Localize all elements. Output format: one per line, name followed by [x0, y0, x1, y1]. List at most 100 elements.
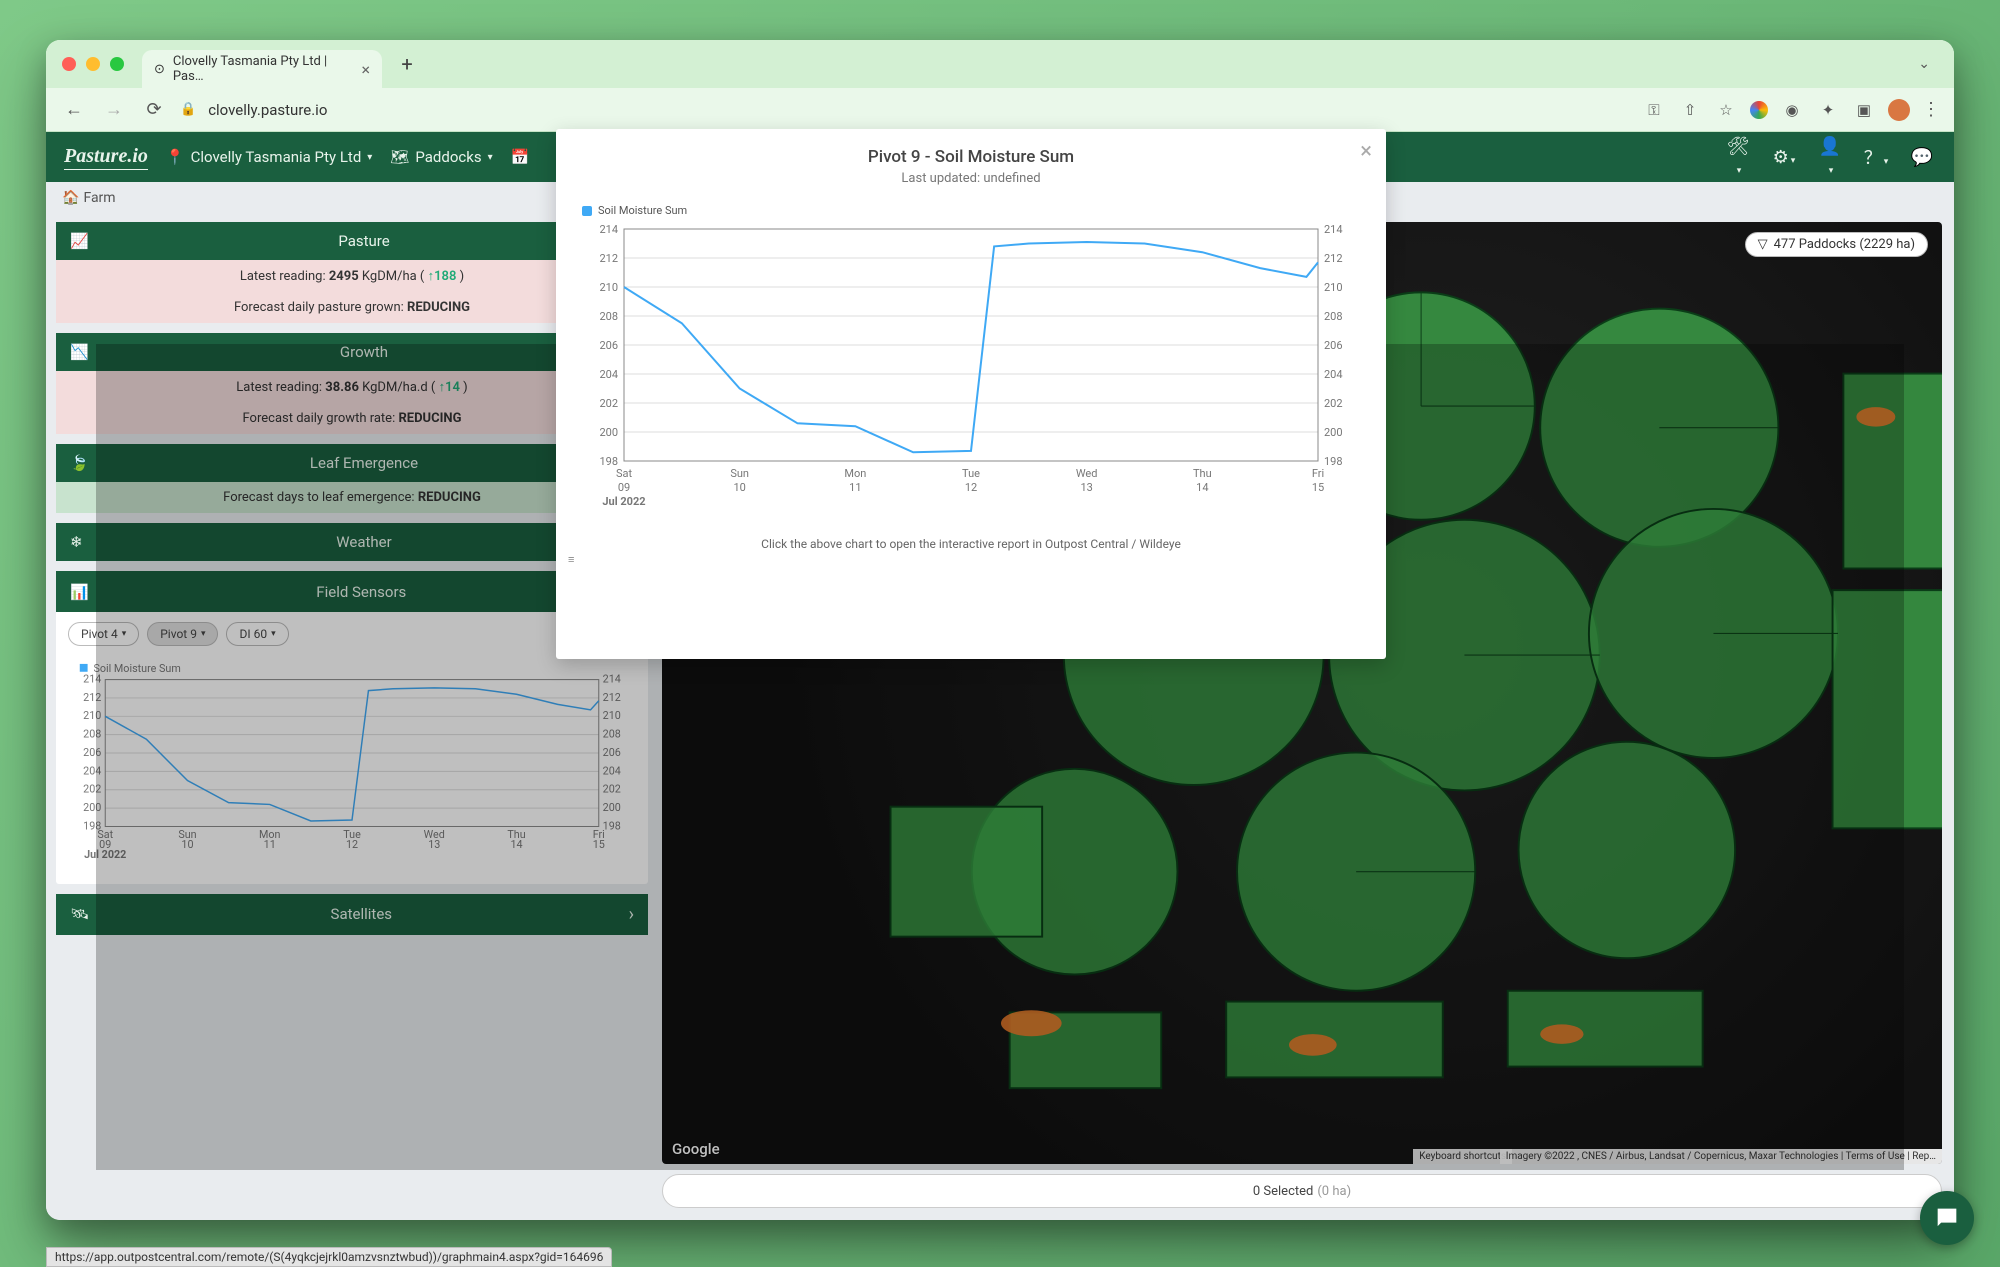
svg-text:Soil Moisture Sum: Soil Moisture Sum: [93, 662, 180, 675]
leaf-icon: 🍃: [70, 454, 94, 472]
svg-text:11: 11: [264, 838, 276, 851]
farm-selector[interactable]: 📍 Clovelly Tasmania Pty Ltd ▾: [166, 148, 372, 166]
filter-icon: ▽: [1758, 237, 1768, 252]
modal-subtitle: Last updated: undefined: [582, 171, 1360, 186]
svg-text:200: 200: [1324, 426, 1343, 439]
svg-text:202: 202: [83, 783, 101, 796]
svg-text:206: 206: [1324, 339, 1343, 352]
modal-hint: Click the above chart to open the intera…: [582, 537, 1360, 551]
svg-text:212: 212: [603, 691, 621, 704]
help-menu[interactable]: ？▾: [1862, 144, 1890, 170]
svg-text:198: 198: [1324, 455, 1343, 468]
minimize-window-button[interactable]: [86, 57, 100, 71]
new-tab-button[interactable]: +: [392, 49, 422, 79]
svg-text:14: 14: [1196, 481, 1208, 494]
chrome-extension-icon[interactable]: [1750, 101, 1768, 119]
lock-icon: 🔒: [180, 102, 196, 117]
user-menu[interactable]: 👤▾: [1816, 136, 1844, 178]
window-controls: [62, 57, 124, 71]
svg-text:Jul 2022: Jul 2022: [84, 848, 126, 861]
url-field[interactable]: clovelly.pasture.io: [208, 101, 327, 119]
browser-menu-button[interactable]: ⋮: [1922, 99, 1940, 120]
svg-text:202: 202: [603, 783, 621, 796]
chip-di-60[interactable]: DI 60▾: [226, 622, 288, 646]
panel-icon[interactable]: ▣: [1852, 101, 1876, 119]
tab-title: Clovelly Tasmania Pty Ltd | Pas…: [173, 54, 354, 84]
map-icon: 🗺: [390, 148, 409, 166]
caret-down-icon: ▾: [488, 152, 493, 163]
modal-chart[interactable]: 1982002022042062082102122141982002022042…: [582, 221, 1360, 511]
svg-text:210: 210: [599, 281, 618, 294]
pin-icon: 📍: [166, 148, 185, 166]
svg-text:15: 15: [1312, 481, 1324, 494]
svg-text:214: 214: [83, 673, 101, 686]
maximize-window-button[interactable]: [110, 57, 124, 71]
chip-pivot-4[interactable]: Pivot 4▾: [68, 622, 139, 646]
soil-moisture-modal: × Pivot 9 - Soil Moisture Sum Last updat…: [556, 129, 1386, 659]
forward-button[interactable]: →: [100, 99, 128, 120]
svg-text:200: 200: [83, 801, 101, 814]
legend-color-box: [582, 206, 592, 216]
profile-avatar[interactable]: [1888, 99, 1910, 121]
modal-chart-legend: Soil Moisture Sum: [582, 204, 1360, 217]
puzzle-icon[interactable]: ✦: [1816, 101, 1840, 119]
close-window-button[interactable]: [62, 57, 76, 71]
paddock-count-badge[interactable]: ▽ 477 Paddocks (2229 ha): [1745, 232, 1928, 257]
chat-fab-button[interactable]: [1920, 1191, 1974, 1245]
svg-text:214: 214: [603, 673, 621, 686]
caret-down-icon: ▾: [367, 152, 372, 163]
app-logo[interactable]: Pasture.io: [64, 145, 148, 170]
svg-text:206: 206: [599, 339, 618, 352]
svg-text:12: 12: [346, 838, 358, 851]
svg-text:Tue: Tue: [962, 467, 980, 480]
google-logo: Google: [672, 1140, 720, 1158]
back-button[interactable]: ←: [60, 99, 88, 120]
close-tab-button[interactable]: ×: [361, 60, 370, 79]
droplet-icon[interactable]: ◉: [1780, 101, 1804, 119]
key-icon[interactable]: ⚿: [1642, 101, 1666, 119]
chart-menu-icon[interactable]: ≡: [568, 557, 574, 563]
svg-text:Sat: Sat: [616, 467, 633, 480]
svg-text:208: 208: [1324, 310, 1343, 323]
tabs-dropdown-button[interactable]: ⌄: [1918, 56, 1930, 72]
svg-text:200: 200: [599, 426, 618, 439]
chevron-right-icon[interactable]: ›: [629, 904, 634, 925]
tab-strip: ⊙ Clovelly Tasmania Pty Ltd | Pas… × + ⌄: [46, 40, 1954, 88]
chip-pivot-9[interactable]: Pivot 9▾: [147, 622, 218, 646]
calendar-button[interactable]: 📅: [511, 148, 530, 166]
browser-tab[interactable]: ⊙ Clovelly Tasmania Pty Ltd | Pas… ×: [142, 50, 382, 88]
svg-text:11: 11: [849, 481, 861, 494]
selection-footer: 0 Selected (0 ha): [662, 1174, 1942, 1208]
svg-text:Wed: Wed: [1076, 467, 1098, 480]
svg-text:208: 208: [603, 728, 621, 741]
satellites-card: 🛰 Satellites ›: [56, 894, 648, 935]
svg-text:12: 12: [965, 481, 977, 494]
svg-text:Sun: Sun: [730, 467, 749, 480]
terms-link[interactable]: Terms of Use: [1846, 1151, 1905, 1162]
share-icon[interactable]: ⇧: [1678, 101, 1702, 119]
svg-text:10: 10: [733, 481, 745, 494]
svg-text:10: 10: [181, 838, 193, 851]
sensor-mini-chart[interactable]: Soil Moisture Sum 1982002022042062082102…: [56, 656, 648, 884]
satellite-icon: 🛰: [70, 905, 94, 923]
map-attribution: Imagery ©2022 , CNES / Airbus, Landsat /…: [1500, 1149, 1942, 1164]
link-preview-status: https://app.outpostcentral.com/remote/(S…: [46, 1247, 612, 1267]
settings-menu[interactable]: ⚙▾: [1770, 147, 1798, 168]
keyboard-shortcuts-link[interactable]: Keyboard shortcuts: [1413, 1149, 1512, 1164]
svg-text:202: 202: [599, 397, 618, 410]
reload-button[interactable]: ⟳: [140, 99, 168, 120]
close-modal-button[interactable]: ×: [1360, 139, 1372, 164]
svg-text:208: 208: [599, 310, 618, 323]
paddocks-menu[interactable]: 🗺 Paddocks ▾: [390, 148, 492, 166]
satellites-card-header[interactable]: 🛰 Satellites ›: [56, 894, 648, 935]
svg-text:Jul 2022: Jul 2022: [602, 495, 645, 508]
star-icon[interactable]: ☆: [1714, 101, 1738, 119]
svg-text:206: 206: [83, 746, 101, 759]
breadcrumb-item[interactable]: Farm: [83, 190, 115, 206]
svg-text:Mon: Mon: [844, 467, 866, 480]
svg-text:212: 212: [599, 252, 618, 265]
tools-menu[interactable]: 🛠▾: [1724, 136, 1752, 178]
home-icon: 🏠: [62, 190, 79, 206]
svg-text:204: 204: [83, 764, 101, 777]
chat-icon[interactable]: 💬: [1908, 147, 1936, 168]
